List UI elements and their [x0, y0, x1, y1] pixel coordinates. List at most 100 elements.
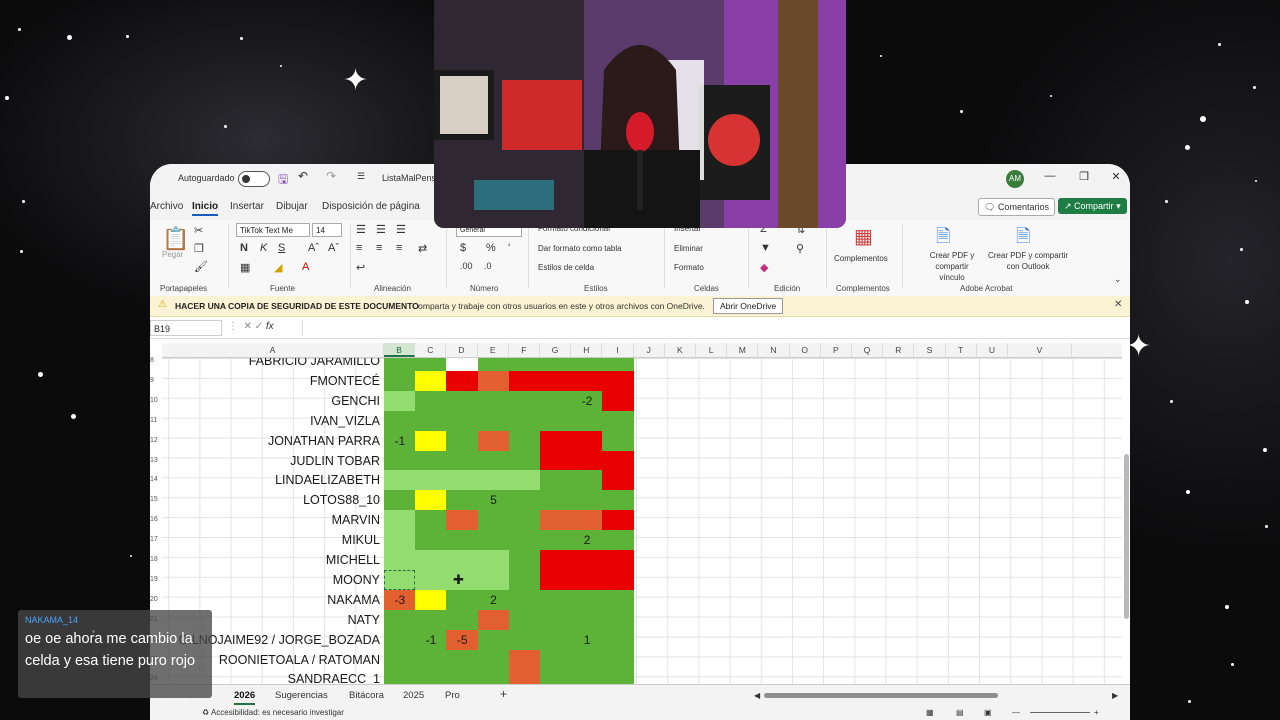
merge-icon[interactable]: ⇄ — [418, 242, 427, 255]
score-cell[interactable] — [415, 490, 447, 511]
score-cell[interactable] — [415, 669, 447, 684]
score-cell[interactable] — [384, 510, 416, 531]
zoom-out-icon[interactable]: — — [1012, 708, 1020, 717]
score-cell[interactable] — [602, 629, 635, 650]
tab-disposicion[interactable]: Disposición de página — [322, 201, 420, 212]
selected-cell-b19[interactable] — [384, 569, 415, 590]
score-cell[interactable] — [571, 649, 603, 670]
score-cell[interactable] — [540, 629, 572, 650]
row-number[interactable]: 11 — [150, 417, 162, 424]
score-cell[interactable] — [446, 649, 479, 670]
score-cell[interactable] — [446, 589, 479, 610]
column-header-t[interactable]: T — [946, 343, 977, 357]
font-color-icon[interactable]: A — [302, 261, 309, 273]
score-cell[interactable] — [508, 589, 541, 610]
save-icon[interactable]: 🖫 — [278, 170, 288, 191]
column-header-a[interactable]: A — [162, 343, 384, 357]
fill-color-icon[interactable]: ◢ — [274, 261, 282, 274]
score-cell[interactable] — [508, 609, 541, 630]
row-number[interactable]: 17 — [150, 536, 162, 543]
score-cell[interactable] — [446, 530, 479, 551]
column-header-j[interactable]: J — [634, 343, 665, 357]
score-cell[interactable] — [508, 669, 541, 684]
page-break-icon[interactable]: ▣ — [984, 708, 992, 717]
score-cell[interactable] — [571, 490, 603, 511]
score-cell[interactable] — [415, 450, 447, 471]
score-cell[interactable] — [446, 470, 479, 491]
score-cell[interactable] — [571, 358, 603, 371]
score-cell[interactable] — [477, 450, 510, 471]
cell-styles-button[interactable]: Estilos de celda — [538, 263, 594, 272]
name-cell[interactable]: MOONY — [162, 570, 382, 590]
align-left-icon[interactable]: ≡ — [356, 242, 362, 254]
zoom-slider[interactable] — [1030, 712, 1090, 713]
score-cell[interactable] — [508, 649, 541, 670]
percent-icon[interactable]: % — [486, 242, 496, 254]
score-cell[interactable] — [540, 490, 572, 511]
score-cell[interactable] — [477, 669, 510, 684]
decrease-decimal-icon[interactable]: .0 — [484, 261, 492, 271]
score-cell[interactable] — [602, 470, 635, 491]
score-cell[interactable] — [540, 358, 572, 371]
column-header-r[interactable]: R — [883, 343, 915, 357]
score-cell[interactable] — [508, 358, 541, 371]
format-cells-button[interactable]: Formato — [674, 263, 704, 272]
score-cell[interactable] — [508, 629, 541, 650]
score-cell[interactable] — [477, 430, 510, 451]
score-cell[interactable] — [602, 430, 635, 451]
column-header-l[interactable]: L — [696, 343, 728, 357]
score-cell[interactable] — [540, 550, 572, 570]
sheet-tab-pro[interactable]: Pro — [445, 690, 460, 701]
score-cell[interactable]: -1 — [384, 430, 416, 451]
score-cell[interactable]: -3 — [384, 589, 416, 610]
score-cell[interactable] — [384, 649, 416, 670]
score-cell[interactable] — [477, 390, 510, 411]
score-cell[interactable] — [384, 450, 416, 471]
score-cell[interactable] — [540, 510, 572, 531]
score-cell[interactable] — [602, 358, 635, 371]
score-cell[interactable] — [602, 510, 635, 531]
score-cell[interactable] — [508, 450, 541, 471]
score-cell[interactable] — [508, 550, 541, 570]
increase-font-icon[interactable]: Aˆ — [308, 242, 319, 254]
addins-icon[interactable]: ▦ — [854, 224, 873, 249]
italic-icon[interactable]: K — [260, 242, 267, 254]
formula-input[interactable] — [302, 320, 1123, 336]
score-cell[interactable] — [602, 669, 635, 684]
align-bottom-icon[interactable]: ☰ — [396, 223, 406, 236]
sheet-tab-2026[interactable]: 2026 — [234, 690, 256, 705]
row-number[interactable]: 20 — [150, 596, 162, 603]
tab-archivo[interactable]: Archivo — [150, 201, 183, 212]
name-cell[interactable]: LOTOS88_10 — [162, 490, 382, 510]
name-box[interactable]: B19 — [150, 320, 222, 336]
score-cell[interactable] — [384, 530, 416, 551]
column-header-k[interactable]: K — [665, 343, 696, 357]
score-cell[interactable] — [508, 410, 541, 431]
clipboard-icon[interactable]: 📋 — [162, 226, 189, 252]
score-cell[interactable] — [540, 669, 572, 684]
score-cell[interactable] — [540, 410, 572, 431]
score-cell[interactable]: 1 — [571, 629, 603, 650]
score-cell[interactable] — [508, 530, 541, 551]
copy-icon[interactable]: ❐ — [194, 242, 204, 255]
column-header-v[interactable]: V — [1008, 343, 1072, 357]
wrap-text-icon[interactable]: ↩ — [356, 261, 365, 274]
sheet-tab-bitacora[interactable]: Bitácora — [349, 690, 384, 701]
score-cell[interactable] — [602, 410, 635, 431]
column-header-e[interactable]: E — [478, 343, 509, 357]
score-cell[interactable]: 2 — [477, 589, 510, 610]
score-cell[interactable] — [384, 410, 416, 431]
minimize-icon[interactable]: — — [1040, 170, 1060, 182]
score-cell[interactable] — [540, 530, 572, 551]
increase-decimal-icon[interactable]: .00 — [460, 261, 473, 271]
name-cell[interactable]: MICHELL — [162, 550, 382, 570]
score-cell[interactable] — [415, 390, 447, 411]
pdf-outlook-button[interactable]: Crear PDF y compartir con Outlook — [982, 250, 1074, 272]
accessibility-status[interactable]: ♻ Accesibilidad: es necesario investigar — [202, 708, 344, 717]
score-cell[interactable] — [477, 370, 510, 391]
score-cell[interactable] — [571, 589, 603, 610]
score-cell[interactable] — [384, 550, 416, 570]
score-cell[interactable] — [602, 649, 635, 670]
page-layout-icon[interactable]: ▤ — [956, 708, 964, 717]
score-cell[interactable] — [415, 550, 447, 570]
